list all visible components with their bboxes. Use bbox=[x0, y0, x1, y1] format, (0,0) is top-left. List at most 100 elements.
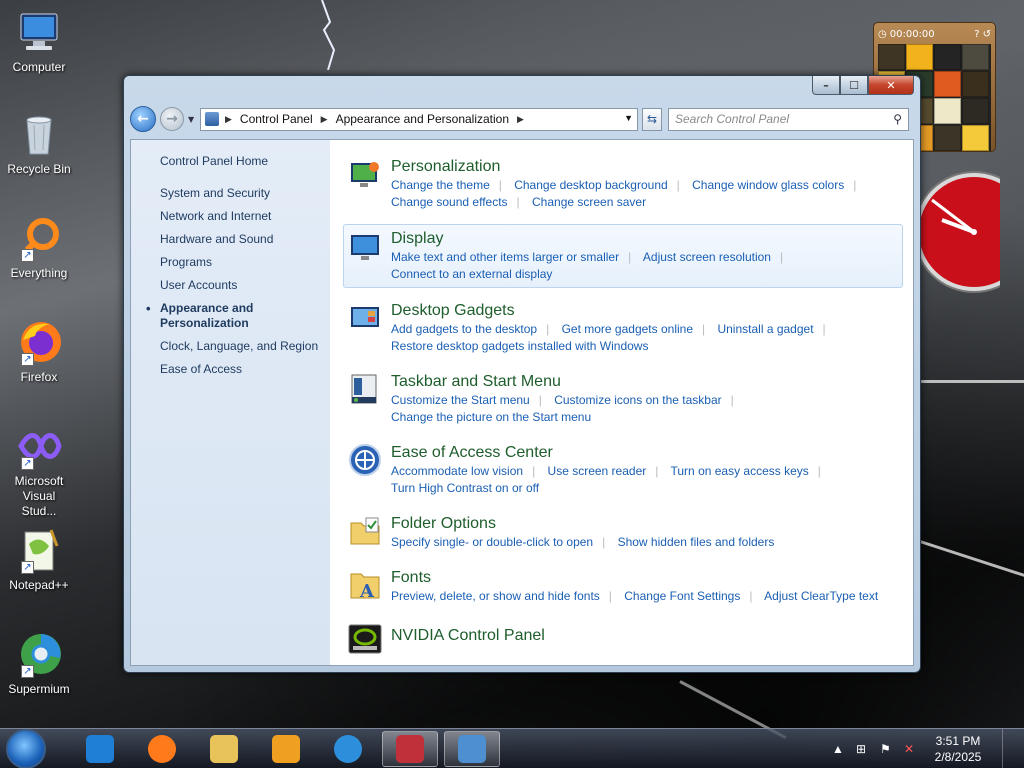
category-title[interactable]: Ease of Access Center bbox=[391, 443, 830, 463]
sidebar-item-hardware[interactable]: Hardware and Sound bbox=[160, 232, 330, 247]
category-title[interactable]: Display bbox=[391, 229, 792, 249]
clock-gadget[interactable] bbox=[912, 170, 1000, 294]
link-change-theme[interactable]: Change the theme bbox=[391, 178, 490, 192]
refresh-button[interactable]: ⇆ bbox=[642, 107, 662, 131]
system-clock[interactable]: 3:51 PM 2/8/2025 bbox=[928, 733, 988, 765]
link-screen-reader[interactable]: Use screen reader bbox=[548, 464, 647, 478]
link-uninstall-gadget[interactable]: Uninstall a gadget bbox=[717, 322, 813, 336]
link-external-display[interactable]: Connect to an external display bbox=[391, 267, 552, 281]
breadcrumb-appearance[interactable]: Appearance and Personalization bbox=[336, 112, 509, 126]
link-single-double-click[interactable]: Specify single- or double-click to open bbox=[391, 535, 593, 549]
back-button[interactable]: ← bbox=[130, 106, 156, 132]
display-icon[interactable] bbox=[348, 229, 382, 263]
nvidia-icon[interactable] bbox=[348, 622, 382, 656]
category-title[interactable]: NVIDIA Control Panel bbox=[391, 626, 545, 646]
category-title[interactable]: Fonts bbox=[391, 568, 878, 588]
taskbar-internet-explorer[interactable] bbox=[72, 731, 128, 767]
start-button[interactable] bbox=[6, 728, 46, 768]
sidebar-item-ease-of-access[interactable]: Ease of Access bbox=[160, 362, 330, 377]
address-bar[interactable]: ▶ Control Panel ▶ Appearance and Persona… bbox=[200, 107, 638, 131]
fonts-icon[interactable]: A bbox=[348, 568, 382, 602]
desktop-icon-computer[interactable]: Computer bbox=[4, 8, 74, 75]
taskbar-supermium[interactable] bbox=[320, 731, 376, 767]
recent-pages-dropdown[interactable]: ▼ bbox=[188, 115, 196, 124]
link-access-keys[interactable]: Turn on easy access keys bbox=[671, 464, 809, 478]
desktop-icon-visual-studio[interactable]: ↗ Microsoft Visual Stud... bbox=[4, 422, 74, 519]
taskbar-file-explorer[interactable] bbox=[196, 731, 252, 767]
sidebar-item-network[interactable]: Network and Internet bbox=[160, 209, 330, 224]
desktop-icon-everything[interactable]: ↗ Everything bbox=[4, 214, 74, 281]
puzzle-tile[interactable] bbox=[934, 71, 961, 97]
sidebar-item-appearance[interactable]: Appearance and Personalization bbox=[146, 301, 270, 331]
link-customize-taskbar-icons[interactable]: Customize icons on the taskbar bbox=[554, 393, 721, 407]
taskbar-media-player[interactable] bbox=[258, 731, 314, 767]
link-change-sound-effects[interactable]: Change sound effects bbox=[391, 195, 508, 209]
puzzle-tile[interactable] bbox=[962, 44, 989, 70]
forward-button[interactable]: → bbox=[160, 107, 184, 131]
puzzle-tile[interactable] bbox=[934, 125, 961, 151]
action-center-flag-icon[interactable]: ⚑ bbox=[880, 742, 894, 756]
address-dropdown-icon[interactable]: ▼ bbox=[624, 113, 633, 123]
link-screen-resolution[interactable]: Adjust screen resolution bbox=[643, 250, 771, 264]
search-input[interactable]: Search Control Panel ⚲ bbox=[668, 107, 909, 131]
desktop-icon-notepad-plus-plus[interactable]: ↗ Notepad++ bbox=[4, 526, 74, 593]
sidebar-item-clock-language[interactable]: Clock, Language, and Region bbox=[160, 339, 330, 354]
search-icon[interactable]: ⚲ bbox=[893, 112, 902, 126]
desktop-icon-supermium[interactable]: ↗ Supermium bbox=[4, 630, 74, 697]
sidebar-item-programs[interactable]: Programs bbox=[160, 255, 330, 270]
link-high-contrast[interactable]: Turn High Contrast on or off bbox=[391, 481, 539, 495]
link-change-background[interactable]: Change desktop background bbox=[514, 178, 667, 192]
control-panel-window[interactable]: – ☐ ✕ ← → ▼ ▶ Control Panel ▶ Appearance… bbox=[123, 75, 921, 673]
link-customize-start-menu[interactable]: Customize the Start menu bbox=[391, 393, 530, 407]
desktop-icon-firefox[interactable]: ↗ Firefox bbox=[4, 318, 74, 385]
breadcrumb-chevron-icon[interactable]: ▶ bbox=[225, 114, 232, 125]
network-icon[interactable]: ⊞ bbox=[856, 742, 870, 756]
link-change-start-picture[interactable]: Change the picture on the Start menu bbox=[391, 410, 591, 424]
folder-options-icon[interactable] bbox=[348, 514, 382, 548]
link-text-size[interactable]: Make text and other items larger or smal… bbox=[391, 250, 619, 264]
breadcrumb-chevron-icon[interactable]: ▶ bbox=[517, 114, 524, 125]
link-restore-gadgets[interactable]: Restore desktop gadgets installed with W… bbox=[391, 339, 648, 353]
puzzle-tile[interactable] bbox=[962, 98, 989, 124]
puzzle-tile[interactable] bbox=[934, 98, 961, 124]
puzzle-tile[interactable] bbox=[962, 71, 989, 97]
puzzle-tile[interactable] bbox=[878, 44, 905, 70]
link-change-screen-saver[interactable]: Change screen saver bbox=[532, 195, 646, 209]
category-title[interactable]: Taskbar and Start Menu bbox=[391, 372, 743, 392]
category-title[interactable]: Personalization bbox=[391, 157, 865, 177]
volume-muted-icon[interactable]: ✕ bbox=[904, 742, 918, 756]
link-get-gadgets-online[interactable]: Get more gadgets online bbox=[562, 322, 693, 336]
link-show-hidden-files[interactable]: Show hidden files and folders bbox=[618, 535, 775, 549]
desktop-icon-recycle-bin[interactable]: Recycle Bin bbox=[4, 110, 74, 177]
puzzle-tile[interactable] bbox=[934, 44, 961, 70]
link-preview-fonts[interactable]: Preview, delete, or show and hide fonts bbox=[391, 589, 600, 603]
gadgets-icon[interactable] bbox=[348, 301, 382, 335]
category-title[interactable]: Desktop Gadgets bbox=[391, 301, 835, 321]
link-add-gadgets[interactable]: Add gadgets to the desktop bbox=[391, 322, 537, 336]
ease-of-access-icon[interactable] bbox=[348, 443, 382, 477]
minimize-button[interactable]: – bbox=[812, 76, 840, 95]
taskbar-app-n[interactable] bbox=[382, 730, 438, 767]
sidebar-home-link[interactable]: Control Panel Home bbox=[160, 154, 330, 168]
breadcrumb-chevron-icon[interactable]: ▶ bbox=[321, 114, 328, 125]
breadcrumb-control-panel[interactable]: Control Panel bbox=[240, 112, 313, 126]
show-hidden-icons-arrow[interactable]: ▲ bbox=[832, 742, 846, 756]
puzzle-tile[interactable] bbox=[906, 44, 933, 70]
taskbar-control-panel[interactable] bbox=[444, 730, 500, 767]
link-font-settings[interactable]: Change Font Settings bbox=[624, 589, 740, 603]
personalization-icon[interactable] bbox=[348, 157, 382, 191]
close-button[interactable]: ✕ bbox=[868, 76, 914, 95]
reset-icon[interactable]: ↺ bbox=[983, 29, 991, 40]
category-title[interactable]: Folder Options bbox=[391, 514, 774, 534]
taskbar-firefox[interactable] bbox=[134, 731, 190, 767]
maximize-button[interactable]: ☐ bbox=[840, 76, 868, 95]
puzzle-tile[interactable] bbox=[962, 125, 989, 151]
taskbar-icon[interactable] bbox=[348, 372, 382, 406]
link-low-vision[interactable]: Accommodate low vision bbox=[391, 464, 523, 478]
help-icon[interactable]: ? bbox=[974, 29, 979, 40]
link-change-glass-colors[interactable]: Change window glass colors bbox=[692, 178, 844, 192]
sidebar-item-user-accounts[interactable]: User Accounts bbox=[160, 278, 330, 293]
show-desktop-button[interactable] bbox=[1002, 729, 1014, 768]
sidebar-item-system-security[interactable]: System and Security bbox=[160, 186, 330, 201]
link-cleartype[interactable]: Adjust ClearType text bbox=[764, 589, 878, 603]
